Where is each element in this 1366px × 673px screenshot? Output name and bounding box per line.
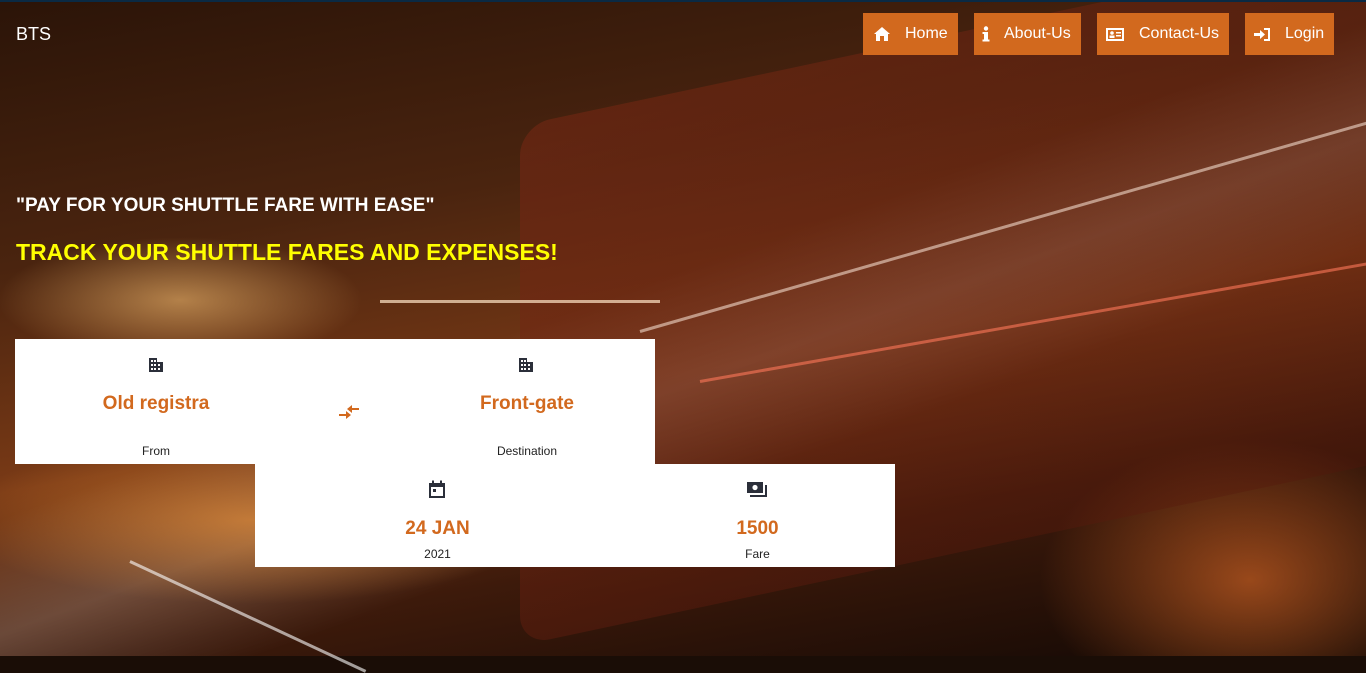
- fare-value: 1500: [736, 518, 779, 539]
- date-value: 24 JAN: [405, 518, 470, 539]
- brand-logo[interactable]: BTS: [16, 24, 51, 45]
- nav-login-button[interactable]: Login: [1245, 13, 1334, 55]
- contact-card-icon: [1105, 27, 1125, 42]
- info-icon: [982, 26, 990, 42]
- destination-label: Destination: [496, 444, 558, 458]
- swap-arrows-icon[interactable]: [337, 404, 361, 425]
- hero-tagline: "PAY FOR YOUR SHUTTLE FARE WITH EASE": [16, 195, 435, 216]
- home-icon: [873, 26, 891, 42]
- top-border: [0, 0, 1366, 2]
- date-section[interactable]: 24 JAN 2021: [255, 464, 620, 567]
- destination-value: Front-gate: [480, 393, 574, 414]
- building-icon: [517, 355, 535, 378]
- nav-about-label: About-Us: [1004, 25, 1071, 42]
- nav-contact-label: Contact-Us: [1139, 25, 1220, 42]
- from-section[interactable]: Old registra From: [15, 339, 297, 464]
- hero-headline: TRACK YOUR SHUTTLE FARES AND EXPENSES!: [16, 239, 558, 265]
- date-year-label: 2021: [424, 547, 451, 561]
- from-value: Old registra: [102, 393, 210, 414]
- from-label: From: [142, 444, 170, 458]
- destination-section[interactable]: Front-gate Destination: [387, 339, 667, 464]
- money-icon: [746, 481, 768, 503]
- nav-login-label: Login: [1285, 25, 1325, 42]
- nav-about-button[interactable]: About-Us: [974, 13, 1081, 55]
- nav-contact-button[interactable]: Contact-Us: [1097, 13, 1229, 55]
- calendar-icon: [428, 480, 446, 504]
- nav-home-button[interactable]: Home: [863, 13, 958, 55]
- building-icon: [147, 355, 165, 378]
- fare-section[interactable]: 1500 Fare: [620, 464, 895, 567]
- route-card: Old registra From Front-gate Destination: [15, 339, 655, 464]
- light-streak: [380, 300, 660, 303]
- trip-card: 24 JAN 2021 1500 Fare: [255, 464, 895, 567]
- sign-in-icon: [1253, 27, 1271, 42]
- fare-label: Fare: [745, 547, 770, 561]
- nav-home-label: Home: [905, 25, 948, 42]
